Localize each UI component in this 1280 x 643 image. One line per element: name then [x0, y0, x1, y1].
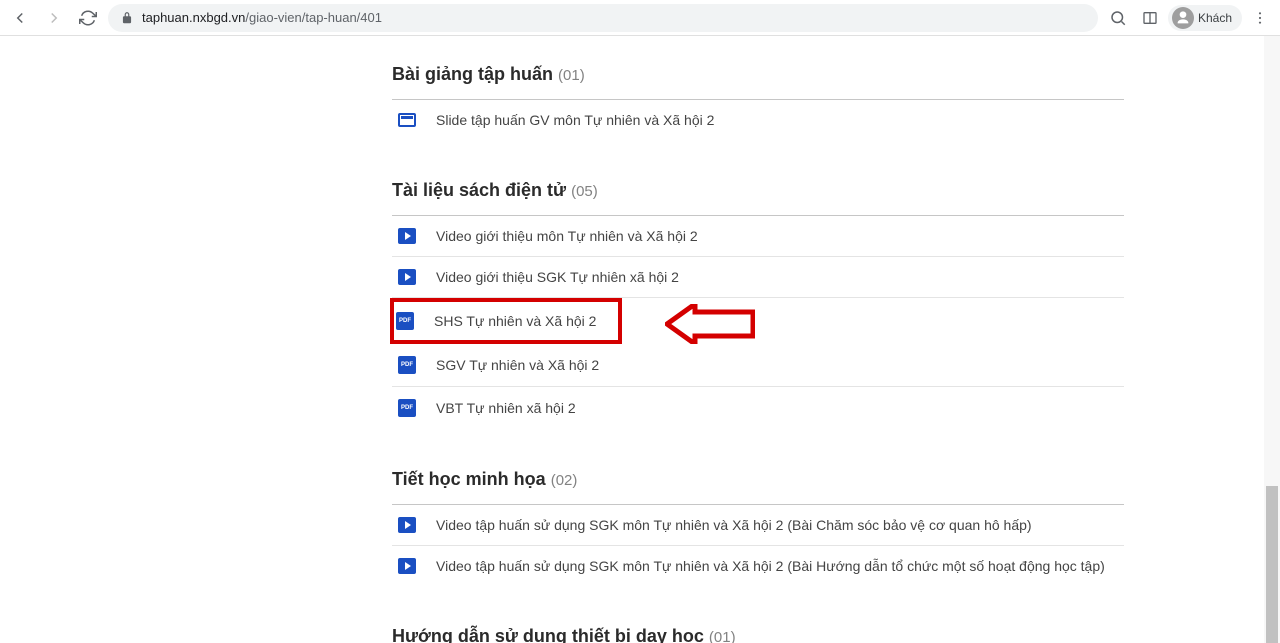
page-content: Bài giảng tập huấn (01) Slide tập huấn G… [0, 36, 1280, 643]
video-icon [398, 517, 416, 533]
section-title: Tiết học minh họa (02) [392, 461, 1124, 498]
profile-button[interactable]: Khách [1168, 5, 1242, 31]
item-label: Video tập huấn sử dụng SGK môn Tự nhiên … [436, 558, 1105, 574]
list-item[interactable]: PDF SGV Tự nhiên và Xã hội 2 [392, 344, 1124, 387]
section-title: Bài giảng tập huấn (01) [392, 56, 1124, 93]
list-item[interactable]: Video tập huấn sử dụng SGK môn Tự nhiên … [392, 546, 1124, 586]
section-huong-dan: Hướng dẫn sử dụng thiết bị dạy học (01) [392, 618, 1124, 643]
item-label: Slide tập huấn GV môn Tự nhiên và Xã hội… [436, 112, 714, 128]
item-label: VBT Tự nhiên xã hội 2 [436, 400, 576, 416]
menu-button[interactable] [1246, 4, 1274, 32]
lock-icon [120, 11, 134, 25]
profile-label: Khách [1198, 11, 1232, 25]
section-bai-giang: Bài giảng tập huấn (01) Slide tập huấn G… [392, 56, 1124, 140]
scrollbar-thumb[interactable] [1266, 486, 1278, 643]
slide-icon [398, 113, 416, 127]
list-item[interactable]: Slide tập huấn GV môn Tự nhiên và Xã hội… [392, 100, 1124, 140]
forward-button[interactable] [40, 4, 68, 32]
avatar-icon [1172, 7, 1194, 29]
pdf-icon: PDF [398, 399, 416, 417]
list-item-highlighted[interactable]: PDF SHS Tự nhiên và Xã hội 2 [390, 298, 622, 344]
video-icon [398, 269, 416, 285]
url-text: taphuan.nxbgd.vn/giao-vien/tap-huan/401 [142, 10, 382, 25]
scrollbar[interactable] [1264, 36, 1280, 643]
section-title: Tài liệu sách điện tử (05) [392, 172, 1124, 209]
main-content: Bài giảng tập huấn (01) Slide tập huấn G… [0, 36, 1264, 643]
section-tiet-hoc: Tiết học minh họa (02) Video tập huấn sử… [392, 461, 1124, 586]
video-icon [398, 558, 416, 574]
video-icon [398, 228, 416, 244]
item-label: Video tập huấn sử dụng SGK môn Tự nhiên … [436, 517, 1032, 533]
pdf-icon: PDF [396, 312, 414, 330]
item-label: SGV Tự nhiên và Xã hội 2 [436, 357, 599, 373]
zoom-icon[interactable] [1104, 4, 1132, 32]
back-button[interactable] [6, 4, 34, 32]
item-label: Video giới thiệu môn Tự nhiên và Xã hội … [436, 228, 698, 244]
toolbar-right: Khách [1104, 4, 1274, 32]
list-item[interactable]: Video giới thiệu SGK Tự nhiên xã hội 2 [392, 257, 1124, 298]
panel-icon[interactable] [1136, 4, 1164, 32]
pdf-icon: PDF [398, 356, 416, 374]
browser-toolbar: taphuan.nxbgd.vn/giao-vien/tap-huan/401 … [0, 0, 1280, 36]
item-label: Video giới thiệu SGK Tự nhiên xã hội 2 [436, 269, 679, 285]
section-title: Hướng dẫn sử dụng thiết bị dạy học (01) [392, 618, 1124, 643]
reload-button[interactable] [74, 4, 102, 32]
address-bar[interactable]: taphuan.nxbgd.vn/giao-vien/tap-huan/401 [108, 4, 1098, 32]
list-item[interactable]: Video giới thiệu môn Tự nhiên và Xã hội … [392, 216, 1124, 257]
list-item[interactable]: Video tập huấn sử dụng SGK môn Tự nhiên … [392, 505, 1124, 546]
list-item[interactable]: PDF VBT Tự nhiên xã hội 2 [392, 387, 1124, 429]
annotation-arrow-icon [665, 304, 755, 344]
item-label: SHS Tự nhiên và Xã hội 2 [434, 313, 596, 329]
section-tai-lieu: Tài liệu sách điện tử (05) Video giới th… [392, 172, 1124, 429]
